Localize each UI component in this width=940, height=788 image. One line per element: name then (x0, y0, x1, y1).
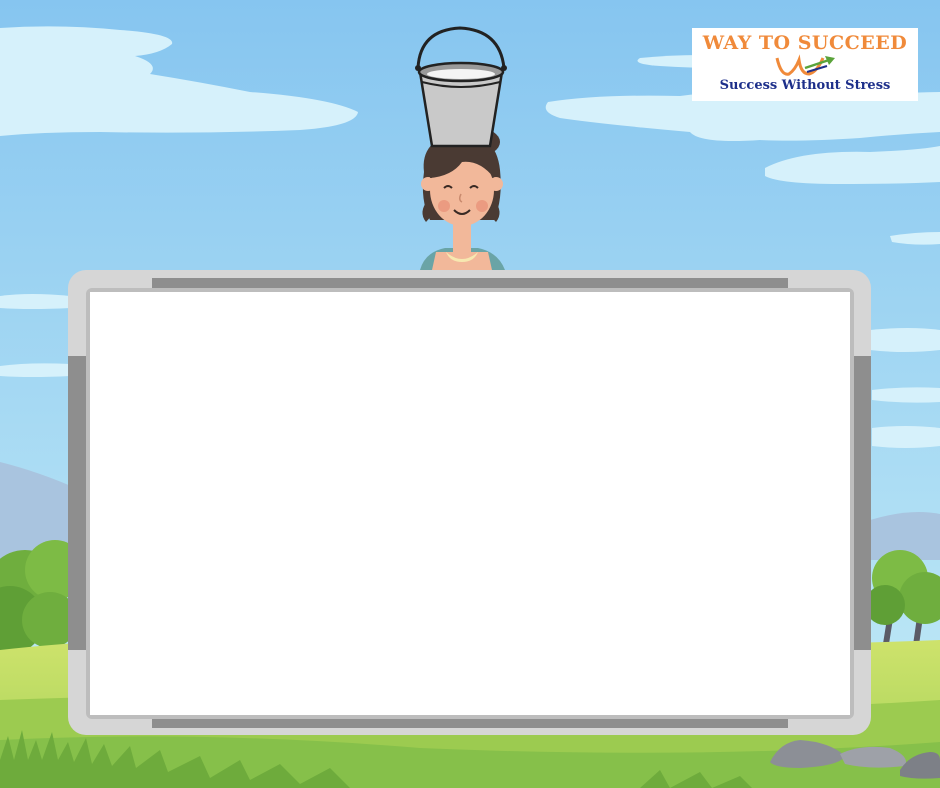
w-arrow-logo-icon (692, 54, 918, 80)
logo-title: WAY TO SUCCEED (702, 32, 908, 54)
brand-logo: WAY TO SUCCEED Success Without Stress (692, 28, 918, 101)
whiteboard-surface (90, 292, 850, 715)
logo-tagline: Success Without Stress (719, 78, 891, 93)
